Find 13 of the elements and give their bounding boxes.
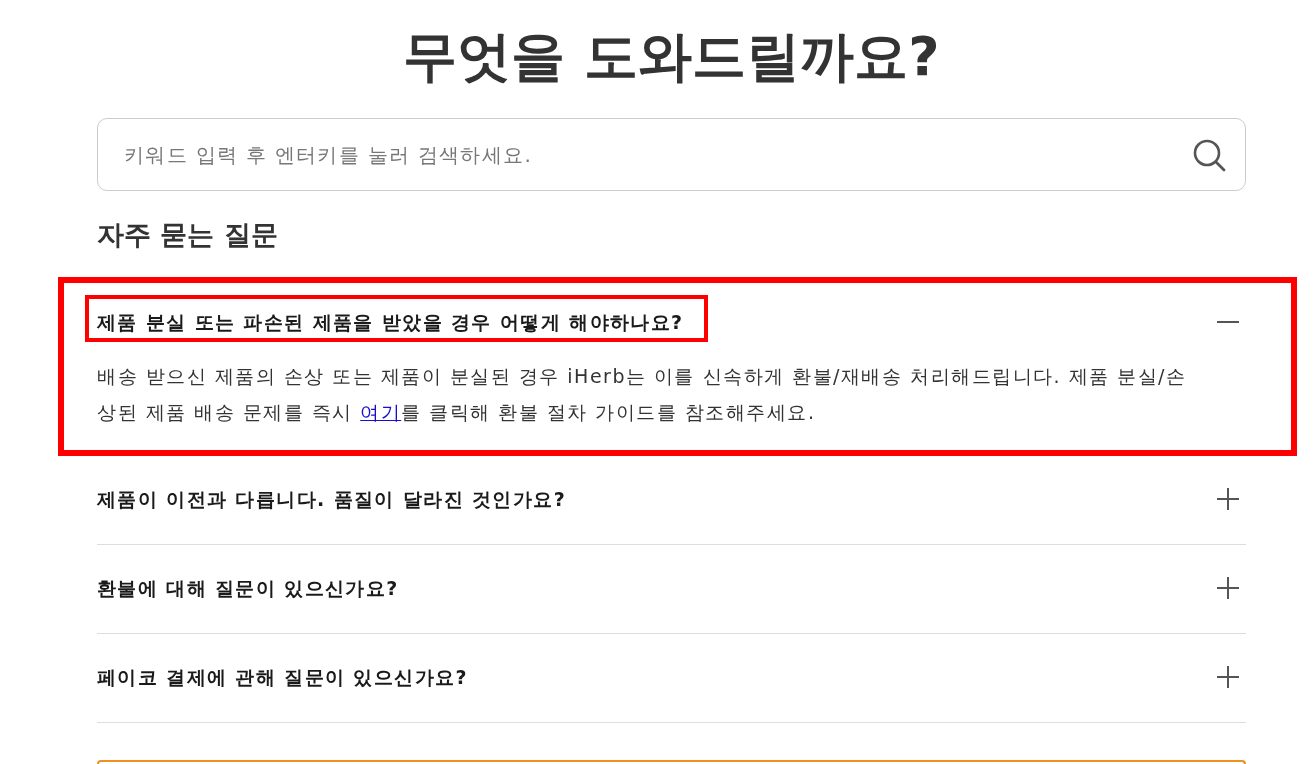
plus-icon[interactable] (1217, 666, 1239, 688)
faq-question[interactable]: 페이코 결제에 관해 질문이 있으신가요? (97, 663, 468, 691)
search-field[interactable]: 키워드 입력 후 엔터키를 눌러 검색하세요. (97, 118, 1246, 191)
faq-question[interactable]: 제품이 이전과 다릅니다. 품질이 달라진 것인가요? (97, 485, 567, 513)
faq-answer: 배송 받으신 제품의 손상 또는 제품이 분실된 경우 iHerb는 이를 신속하게 환불/재배송 처리해드립니다. 제품 분실/손상된 제품 배송 문제를 즉시 여기 를 클릭해 환불 절차 가이드를 참조해주세요. (97, 364, 1188, 425)
help-link[interactable]: 여기 (360, 401, 402, 423)
search-icon[interactable] (1192, 138, 1226, 172)
page-title: 무엇을 도와드릴까요? (403, 24, 940, 90)
section-heading: 자주 묻는 질문 (97, 218, 278, 252)
plus-icon[interactable] (1217, 488, 1239, 510)
faq-question[interactable]: 제품 분실 또는 파손된 제품을 받았을 경우 어떻게 해야하나요? (97, 308, 684, 336)
faq-question[interactable]: 환불에 대해 질문이 있으신가요? (97, 574, 399, 602)
plus-icon[interactable] (1217, 577, 1239, 599)
